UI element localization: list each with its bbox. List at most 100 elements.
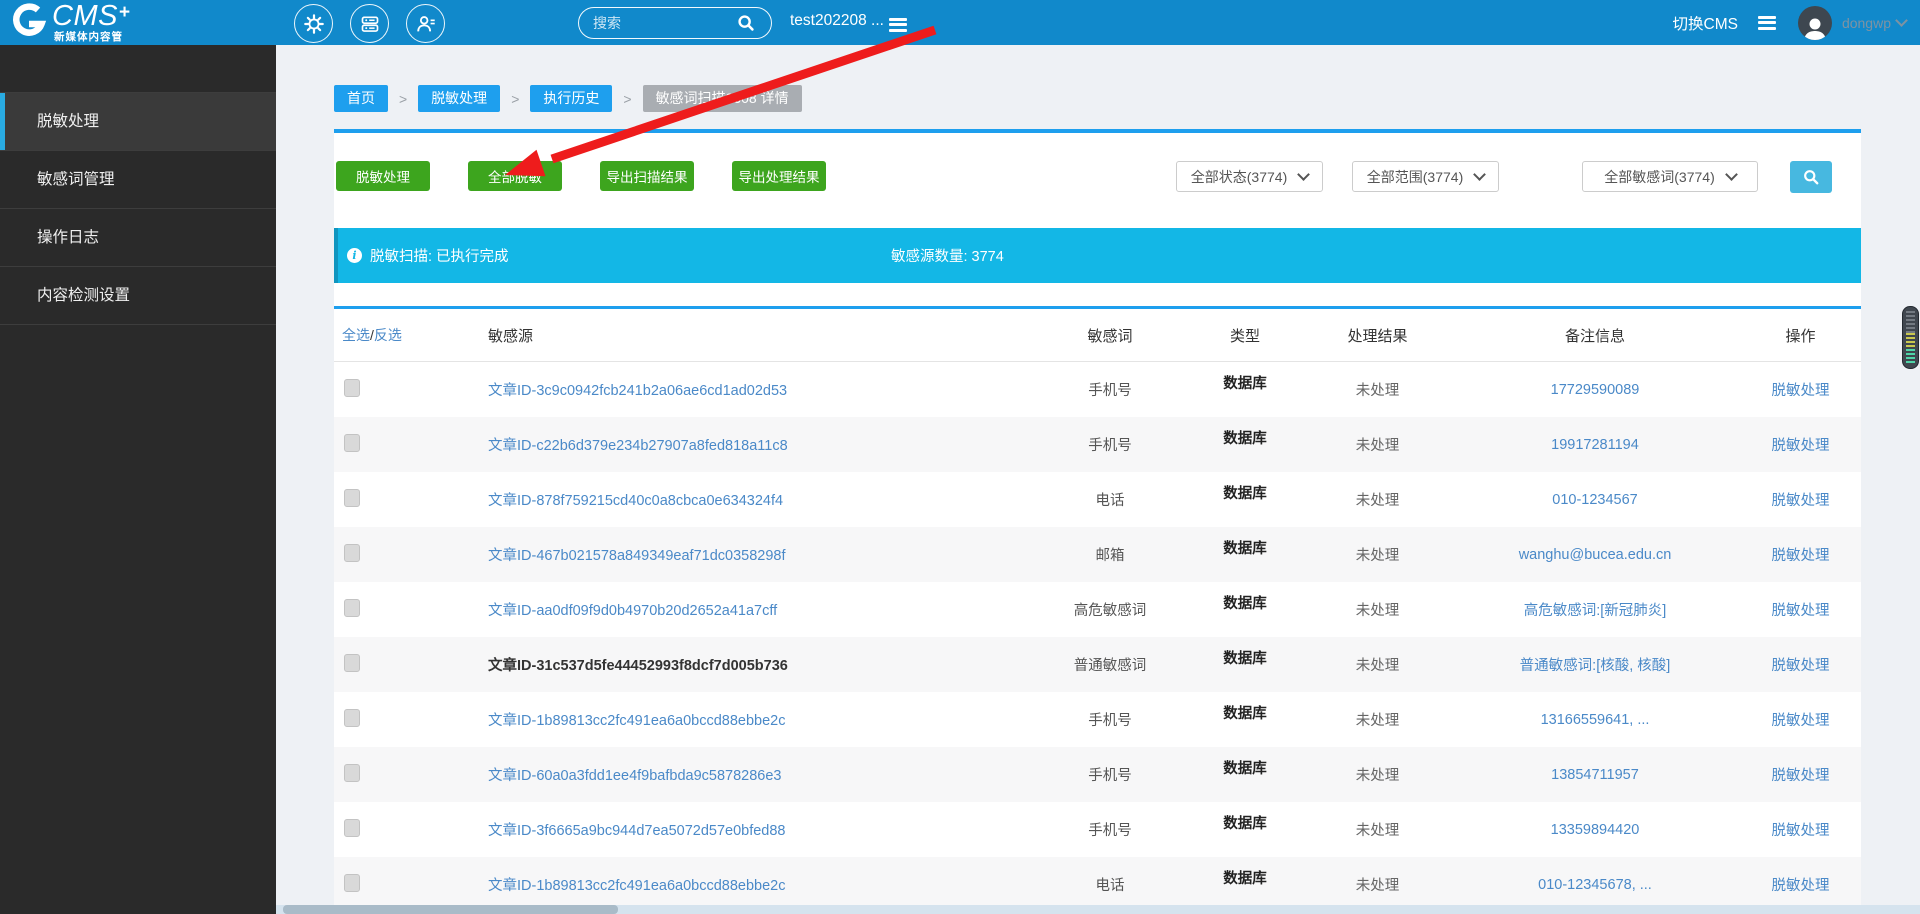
desensitize-action-link[interactable]: 脱敏处理 xyxy=(1772,878,1830,894)
filter-select[interactable]: 全部状态(3774) xyxy=(1176,161,1323,192)
sensitive-word-value: 普通敏感词 xyxy=(1073,658,1147,674)
avatar-person-icon xyxy=(1804,18,1826,40)
gear-icon xyxy=(303,13,324,34)
select-all-link[interactable]: 全选 xyxy=(342,327,370,343)
sensitive-word-value: 邮箱 xyxy=(1095,548,1125,564)
breadcrumb-separator: > xyxy=(399,90,408,107)
breadcrumb-current: 敏感词扫描0608 详情 xyxy=(642,85,802,112)
sidebar-item[interactable]: 操作日志 xyxy=(0,209,276,267)
sensitive-word-value: 电话 xyxy=(1095,493,1125,509)
chevron-down-icon xyxy=(1297,168,1311,181)
row-checkbox[interactable] xyxy=(344,488,360,507)
current-site-name[interactable]: test202208 ... xyxy=(790,12,884,30)
source-link[interactable]: 文章ID-31c537d5fe44452993f8dcf7d005b736 xyxy=(488,658,788,674)
modules-button[interactable] xyxy=(350,4,389,43)
app-logo: power CMS+ 新媒体内容管理系统 xyxy=(8,0,131,58)
col-header-note: 备注信息 xyxy=(1564,327,1625,345)
horizontal-scrollbar-thumb[interactable] xyxy=(283,905,618,914)
caret-down-icon[interactable] xyxy=(1895,14,1908,27)
result-value: 未处理 xyxy=(1355,548,1400,564)
note-value: 13359894420 xyxy=(1550,821,1640,838)
row-checkbox[interactable] xyxy=(344,598,360,617)
row-checkbox[interactable] xyxy=(344,818,360,837)
row-checkbox[interactable] xyxy=(344,653,360,672)
breadcrumb-link[interactable]: 首页 xyxy=(334,85,388,112)
source-link[interactable]: 文章ID-c22b6d379e234b27907a8fed818a11c8 xyxy=(488,438,788,454)
row-checkbox[interactable] xyxy=(344,873,360,892)
server-icon xyxy=(361,16,378,32)
horizontal-scrollbar[interactable] xyxy=(276,905,1920,914)
sidebar-item[interactable]: 敏感词管理 xyxy=(0,151,276,209)
row-checkbox[interactable] xyxy=(344,433,360,452)
desensitize-action-link[interactable]: 脱敏处理 xyxy=(1772,823,1830,839)
source-link[interactable]: 文章ID-aa0df09f9d0b4970b20d2652a41a7cff xyxy=(488,603,777,619)
type-value: 数据库 xyxy=(1223,596,1267,612)
chevron-down-icon xyxy=(1724,168,1738,181)
switch-cms-button[interactable]: 切换CMS xyxy=(1673,12,1738,34)
search-icon[interactable] xyxy=(735,12,757,34)
source-link[interactable]: 文章ID-878f759215cd40c0a8cbca0e634324f4 xyxy=(488,493,783,509)
desensitize-action-link[interactable]: 脱敏处理 xyxy=(1772,438,1830,454)
type-value: 数据库 xyxy=(1223,706,1267,722)
source-link[interactable]: 文章ID-60a0a3fdd1ee4f9bafbda9c5878286e3 xyxy=(488,768,781,784)
row-checkbox[interactable] xyxy=(344,763,360,782)
header-right-group: 切换CMS dongwp xyxy=(1673,0,1908,45)
row-checkbox[interactable] xyxy=(344,378,360,397)
note-value: 010-1234567 xyxy=(1552,491,1638,508)
desensitize-action-link[interactable]: 脱敏处理 xyxy=(1772,383,1830,399)
result-value: 未处理 xyxy=(1355,493,1400,509)
logo-plus: + xyxy=(118,2,131,23)
logo-power-label: power xyxy=(21,13,36,19)
search-icon xyxy=(1804,170,1819,185)
type-value: 数据库 xyxy=(1223,376,1267,392)
desensitize-action-link[interactable]: 脱敏处理 xyxy=(1772,493,1830,509)
filter-search-button[interactable] xyxy=(1790,161,1832,193)
table-body: 文章ID-3c9c0942fcb241b2a06ae6cd1ad02d53 手机… xyxy=(334,362,1861,912)
filter-select-value: 全部状态(3774) xyxy=(1190,168,1288,185)
table-row: 文章ID-878f759215cd40c0a8cbca0e634324f4 电话… xyxy=(334,472,1861,527)
action-button[interactable]: 导出处理结果 xyxy=(732,161,826,191)
action-button[interactable]: 导出扫描结果 xyxy=(600,161,694,191)
scroll-indicator[interactable] xyxy=(1902,306,1919,369)
avatar[interactable] xyxy=(1797,5,1832,40)
result-value: 未处理 xyxy=(1355,603,1400,619)
sensitive-word-value: 手机号 xyxy=(1088,823,1132,839)
settings-button[interactable] xyxy=(294,4,333,43)
desensitize-action-link[interactable]: 脱敏处理 xyxy=(1772,768,1830,784)
filter-select[interactable]: 全部范围(3774) xyxy=(1352,161,1499,192)
desensitize-action-link[interactable]: 脱敏处理 xyxy=(1772,713,1830,729)
table-row: 文章ID-467b021578a849349eaf71dc0358298f 邮箱… xyxy=(334,527,1861,582)
site-menu-icon[interactable] xyxy=(889,15,907,34)
desensitize-action-link[interactable]: 脱敏处理 xyxy=(1772,548,1830,564)
sidebar-item[interactable]: 脱敏处理 xyxy=(0,93,276,151)
user-admin-button[interactable] xyxy=(406,4,445,43)
result-value: 未处理 xyxy=(1355,383,1400,399)
note-value: 19917281194 xyxy=(1551,436,1639,453)
action-button[interactable]: 全部脱敏 xyxy=(468,161,562,191)
select-invert-link[interactable]: 反选 xyxy=(374,327,402,343)
type-value: 数据库 xyxy=(1223,431,1267,447)
logo-brand: CMS + xyxy=(52,0,131,32)
source-link[interactable]: 文章ID-3c9c0942fcb241b2a06ae6cd1ad02d53 xyxy=(488,383,787,399)
menu-icon[interactable] xyxy=(1757,13,1776,32)
row-checkbox[interactable] xyxy=(344,543,360,562)
top-bar: power CMS+ 新媒体内容管理系统 xyxy=(0,0,1920,58)
desensitize-action-link[interactable]: 脱敏处理 xyxy=(1772,658,1830,674)
header-search-input[interactable] xyxy=(579,15,733,31)
sensitive-word-value: 高危敏感词 xyxy=(1073,603,1147,619)
username-label[interactable]: dongwp xyxy=(1842,15,1891,31)
desensitize-action-link[interactable]: 脱敏处理 xyxy=(1772,603,1830,619)
sensitive-word-value: 手机号 xyxy=(1088,438,1132,454)
table-row: 文章ID-aa0df09f9d0b4970b20d2652a41a7cff 高危… xyxy=(334,582,1861,637)
source-link[interactable]: 文章ID-3f6665a9bc944d7ea5072d57e0bfed88 xyxy=(488,823,786,839)
sidebar-item[interactable]: 内容检测设置 xyxy=(0,267,276,325)
breadcrumb-link[interactable]: 脱敏处理 xyxy=(418,85,501,112)
source-link[interactable]: 文章ID-1b89813cc2fc491ea6a0bccd88ebbe2c xyxy=(488,878,785,894)
source-link[interactable]: 文章ID-467b021578a849349eaf71dc0358298f xyxy=(488,548,786,564)
row-checkbox[interactable] xyxy=(344,708,360,727)
breadcrumb-link[interactable]: 执行历史 xyxy=(530,85,613,112)
source-link[interactable]: 文章ID-1b89813cc2fc491ea6a0bccd88ebbe2c xyxy=(488,713,785,729)
filter-select[interactable]: 全部敏感词(3774) xyxy=(1582,161,1758,192)
action-button[interactable]: 脱敏处理 xyxy=(336,161,430,191)
table-row: 文章ID-3f6665a9bc944d7ea5072d57e0bfed88 手机… xyxy=(334,802,1861,857)
